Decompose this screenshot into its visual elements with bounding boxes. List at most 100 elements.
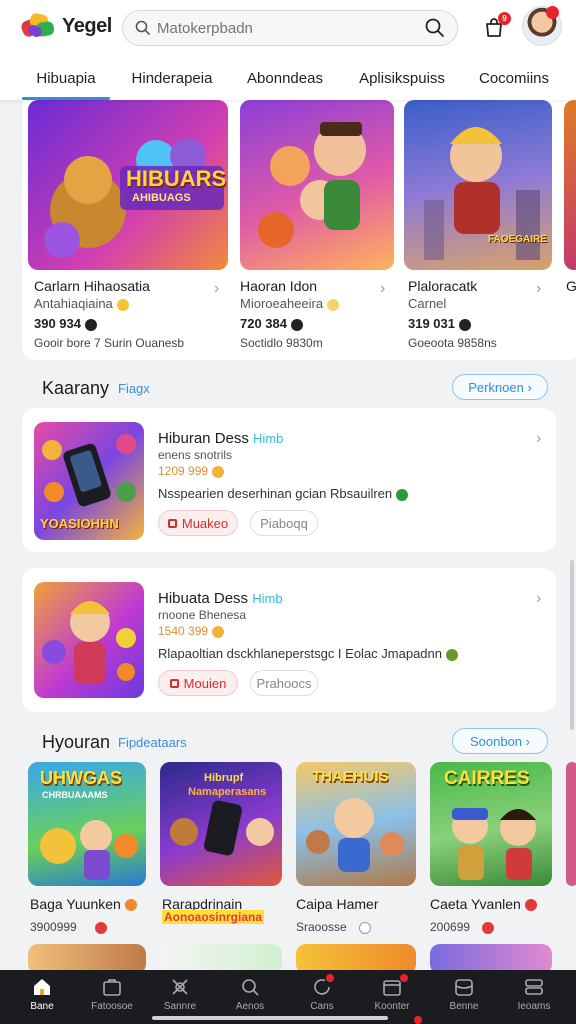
controller-icon xyxy=(291,318,303,331)
game-title[interactable]: Plaloracatk xyxy=(408,278,477,294)
art-subtitle: AHIBUAGS xyxy=(132,192,191,204)
play-icon xyxy=(167,518,177,528)
check-icon xyxy=(396,488,409,501)
nav-label: Cans xyxy=(310,1001,334,1012)
home-indicator[interactable] xyxy=(152,1016,388,1020)
star-icon xyxy=(212,465,225,478)
list-thumbnail[interactable]: YOASIOHHN xyxy=(34,422,144,540)
nav-home[interactable]: Bane xyxy=(12,970,72,1024)
list-item[interactable]: Hibuata Dess Himb rnoone Bhenesa 1540 39… xyxy=(22,568,556,712)
briefcase-icon xyxy=(103,979,121,996)
see-more-button[interactable]: Soonbon › xyxy=(452,728,548,754)
star-icon xyxy=(116,298,129,311)
featured-carousel: HIBUARS AHIBUAGS Carlarn Hihaosatia Anta… xyxy=(22,96,576,360)
section-title: Hyouran xyxy=(42,732,111,752)
game-title[interactable]: Haoran Idon xyxy=(240,278,317,294)
nav-label: Fatoosoe xyxy=(91,1001,133,1012)
grid-title[interactable]: Caipa Hamer xyxy=(296,896,378,912)
grid-title[interactable]: Baga Yuunken xyxy=(30,896,137,912)
search-submit-icon[interactable] xyxy=(425,18,445,38)
see-more-button[interactable]: Perknoen › xyxy=(452,374,548,400)
home-icon xyxy=(34,979,50,995)
grid-thumbnail[interactable]: Hibrupf Namaperasans xyxy=(160,762,282,886)
game-art-image xyxy=(42,601,136,684)
game-title[interactable]: Carlarn Hihaosatia xyxy=(34,278,150,294)
chevron-right-icon[interactable]: › xyxy=(536,430,541,448)
chevron-right-icon[interactable]: › xyxy=(380,280,385,298)
list-thumbnail[interactable] xyxy=(34,582,144,698)
grid-count: 200699 xyxy=(430,920,495,934)
chevron-right-icon[interactable]: › xyxy=(214,280,219,298)
game-meta: Soctidlo 9830m xyxy=(240,336,323,350)
grid-thumbnail[interactable]: UHWGAS CHRBUAAAMS xyxy=(28,762,146,886)
game-subtitle: Carnel xyxy=(408,296,447,311)
list-subtitle: enens snotrils xyxy=(158,448,233,462)
heart-icon xyxy=(482,921,495,934)
game-title[interactable]: G xyxy=(566,278,576,294)
art-subtitle: Namaperasans xyxy=(188,786,267,798)
art-subtitle: CHRBUAAAMS xyxy=(42,790,108,800)
nav-label: Koonter xyxy=(374,1001,410,1012)
badge-icon xyxy=(124,899,137,912)
controller-icon xyxy=(85,318,97,331)
art-title: Hibrupf xyxy=(204,772,244,784)
grid-title[interactable]: Caeta Yvanlen xyxy=(430,896,537,912)
featured-thumbnail[interactable]: FAOEGAIRE xyxy=(404,100,552,270)
game-count: 390 934 xyxy=(34,316,97,331)
art-title: FAOEGAIRE xyxy=(488,234,547,245)
grid-count: Aonoaosinrgiana xyxy=(162,910,265,924)
nav-label: Sannre xyxy=(163,1001,197,1012)
tab-cocomiins[interactable]: Cocomiins xyxy=(474,58,554,98)
game-meta: Gooir bore 7 Surin Ouanesb xyxy=(34,336,185,350)
game-count: 319 031 xyxy=(408,316,471,331)
clock-icon xyxy=(358,921,371,934)
nav-label: Bane xyxy=(30,1001,54,1012)
play-icon xyxy=(169,678,179,688)
list-item[interactable]: YOASIOHHN Hiburan Dess Himb enens snotri… xyxy=(22,408,556,552)
avatar-badge xyxy=(546,6,559,19)
primary-action-button[interactable]: Muakeo xyxy=(158,510,238,536)
logo-icon xyxy=(19,11,58,40)
search-input[interactable] xyxy=(157,19,425,37)
stack-icon xyxy=(525,979,543,995)
grid-thumbnail[interactable]: THAEHUIS xyxy=(296,762,416,886)
tab-abonndeas[interactable]: Abonndeas xyxy=(240,58,330,98)
section-title: Kaarany xyxy=(42,378,110,398)
tab-hinderapeia[interactable]: Hinderapeia xyxy=(128,58,216,98)
cart-button[interactable]: 9 xyxy=(478,12,511,44)
secondary-action-button[interactable]: Piaboqq xyxy=(250,510,318,536)
nav-benne[interactable]: Benne xyxy=(434,970,494,1024)
game-subtitle: Antahiaqiaina xyxy=(34,296,129,311)
section-tag[interactable]: Fipdeataars xyxy=(118,735,187,750)
heart-icon xyxy=(94,921,107,934)
list-title[interactable]: Hiburan Dess Himb xyxy=(158,430,283,447)
category-tabs: Hibuapia Hinderapeia Abonndeas Aplisiksp… xyxy=(0,58,576,100)
wallet-icon xyxy=(455,979,473,996)
nav-library[interactable]: Fatoosoe xyxy=(82,970,142,1024)
game-meta: Goeoota 9858ns xyxy=(408,336,497,350)
logo-text: Yegel xyxy=(62,14,112,37)
chevron-right-icon[interactable]: › xyxy=(536,590,541,608)
search-bar[interactable] xyxy=(122,10,458,46)
secondary-action-button[interactable]: Prahoocs xyxy=(250,670,318,696)
app-logo[interactable]: Yegel xyxy=(19,11,112,40)
list-count: 1540 399 xyxy=(158,624,225,638)
controller-icon xyxy=(459,318,471,331)
featured-thumbnail[interactable] xyxy=(240,100,394,270)
grid-thumbnail[interactable] xyxy=(566,762,576,886)
list-title[interactable]: Hibuata Dess Himb xyxy=(158,590,283,607)
featured-thumbnail[interactable]: HIBUARS AHIBUAGS xyxy=(28,100,228,270)
grid-thumbnail[interactable]: CAIRRES xyxy=(430,762,552,886)
chevron-right-icon[interactable]: › xyxy=(536,280,541,298)
art-title: THAEHUIS xyxy=(312,768,389,785)
featured-thumbnail[interactable] xyxy=(564,100,576,270)
tab-aplisikspuiss[interactable]: Aplisikspuiss xyxy=(356,58,448,98)
nav-items[interactable]: Ieoams xyxy=(504,970,564,1024)
section-tag[interactable]: Fiagx xyxy=(118,381,150,396)
primary-action-button[interactable]: Mouien xyxy=(158,670,238,696)
scrollbar[interactable] xyxy=(570,560,574,730)
art-title: UHWGAS xyxy=(40,768,122,788)
game-subtitle: Mioroeaheeira xyxy=(240,296,340,311)
star-icon xyxy=(327,298,340,311)
tab-hibuapia[interactable]: Hibuapia xyxy=(22,58,110,100)
